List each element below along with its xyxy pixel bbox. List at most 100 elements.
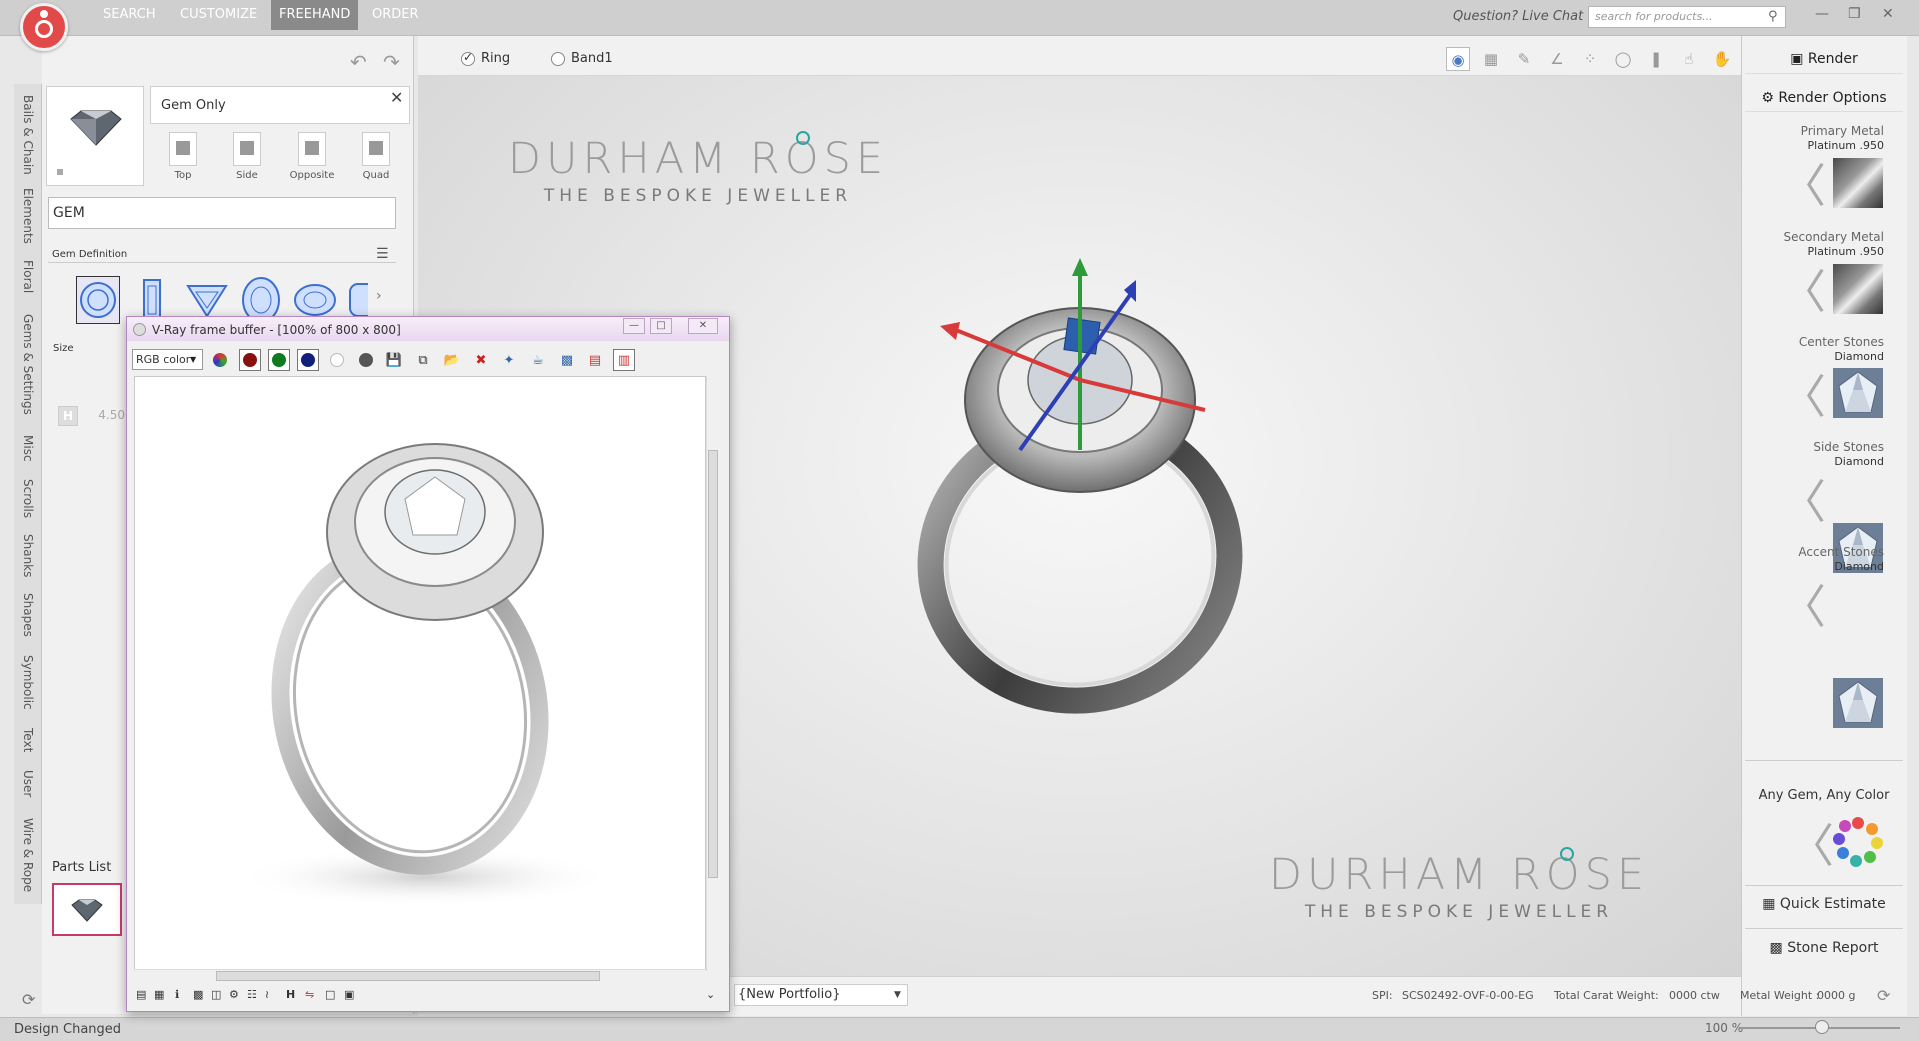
undo-icon[interactable]: ↶	[350, 50, 367, 74]
vray-maximize-button[interactable]: □	[650, 318, 672, 334]
curve-icon[interactable]: ≀	[265, 988, 269, 1001]
chevron-left-icon[interactable]: 〈	[1780, 150, 1826, 216]
primary-metal-swatch[interactable]	[1833, 158, 1883, 208]
menu-icon[interactable]: ☰	[376, 246, 389, 262]
tab-floral[interactable]: Floral	[14, 254, 42, 300]
vertical-scrollbar-thumb[interactable]	[708, 450, 718, 878]
settings-icon[interactable]: ⚙	[229, 988, 239, 1001]
secondary-metal-swatch[interactable]	[1833, 264, 1883, 314]
levels-icon[interactable]: ☷	[247, 988, 257, 1001]
search-icon[interactable]: ⚲	[1768, 9, 1778, 24]
app-logo-icon[interactable]	[20, 3, 68, 51]
height-input[interactable]: 4.50	[80, 406, 125, 426]
history-icon[interactable]: ▤	[136, 988, 146, 1001]
chevron-left-icon[interactable]: 〈	[1780, 256, 1826, 322]
chevron-down-icon[interactable]: ⌄	[706, 988, 715, 1001]
tab-shanks[interactable]: Shanks	[14, 530, 42, 582]
vray-render-canvas[interactable]	[134, 376, 706, 971]
chevron-right-icon[interactable]: ›	[376, 288, 382, 304]
close-icon[interactable]: ✕	[390, 88, 403, 107]
render-button[interactable]: ▣ Render	[1745, 44, 1903, 74]
sync-icon[interactable]: ⟳	[1877, 986, 1890, 1005]
tab-scrolls[interactable]: Scrolls	[14, 474, 42, 524]
open-button[interactable]: 📂	[441, 349, 463, 371]
color-wheel-icon[interactable]	[1832, 815, 1884, 867]
red-channel-button[interactable]	[239, 349, 261, 371]
live-chat-link[interactable]: Question? Live Chat	[1453, 9, 1583, 24]
refresh-icon[interactable]: ⟳	[22, 990, 35, 1009]
tab-symbolic[interactable]: Symbolic	[14, 648, 42, 716]
product-search-input[interactable]: search for products...	[1588, 6, 1786, 28]
measure-tool[interactable]: ∠	[1545, 47, 1569, 71]
save-all-button[interactable]: ⧉	[412, 349, 434, 371]
tab-wire-rope[interactable]: Wire & Rope	[14, 810, 42, 900]
close-icon[interactable]: ✕	[1882, 6, 1894, 22]
view-top-button[interactable]: Top	[158, 132, 208, 181]
nav-customize[interactable]: CUSTOMIZE	[172, 0, 265, 30]
tab-elements[interactable]: Elements	[14, 184, 42, 248]
blue-channel-button[interactable]	[297, 349, 319, 371]
tab-gems-settings[interactable]: Gems & Settings	[14, 306, 42, 422]
zoom-slider-handle[interactable]	[1815, 1020, 1829, 1034]
ring-tool[interactable]: ◯	[1611, 47, 1635, 71]
vray-close-button[interactable]: ✕	[688, 318, 718, 334]
compare-a-button[interactable]: ▤	[584, 349, 606, 371]
green-channel-button[interactable]	[268, 349, 290, 371]
finger-tool[interactable]: ☝	[1677, 47, 1701, 71]
chevron-down-icon[interactable]: ▼	[190, 355, 196, 364]
gem-name-field[interactable]: GEM	[48, 197, 396, 229]
chevron-left-icon[interactable]: 〈	[1788, 810, 1834, 876]
view-opposite-button[interactable]: Opposite	[287, 132, 337, 181]
teapot-button[interactable]: ☕	[527, 349, 549, 371]
stone-report-button[interactable]: ▩ Stone Report	[1745, 940, 1903, 956]
accent-stones-swatch[interactable]	[1833, 678, 1883, 728]
node-tool[interactable]: ⁘	[1578, 47, 1602, 71]
pan-tool[interactable]: ✋	[1710, 47, 1734, 71]
vray-minimize-button[interactable]: —	[623, 318, 645, 334]
mono-button[interactable]	[355, 349, 377, 371]
render-options-button[interactable]: ⚙ Render Options	[1745, 84, 1903, 112]
view-quad-button[interactable]: Quad	[351, 132, 401, 181]
nav-order[interactable]: ORDER	[364, 0, 427, 30]
quick-estimate-button[interactable]: ▦ Quick Estimate	[1745, 896, 1903, 912]
radio-band1[interactable]: Band1	[551, 51, 613, 66]
tab-bails-chain[interactable]: Bails & Chain	[14, 92, 42, 178]
ring-model[interactable]	[880, 250, 1280, 730]
rgb-channels-button[interactable]	[209, 349, 231, 371]
lens-icon[interactable]: ▣	[344, 988, 354, 1001]
tab-user[interactable]: User	[14, 764, 42, 804]
tab-text[interactable]: Text	[14, 722, 42, 758]
nav-search[interactable]: SEARCH	[95, 0, 164, 30]
pen-tool[interactable]: ✎	[1512, 47, 1536, 71]
nav-freehand[interactable]: FREEHAND	[271, 0, 359, 30]
center-stones-swatch[interactable]	[1833, 368, 1883, 418]
pixel-aspect-icon[interactable]: ⇋	[305, 988, 314, 1001]
display-icon[interactable]: ▦	[154, 988, 164, 1001]
chevron-left-icon[interactable]: 〈	[1780, 361, 1826, 427]
histogram-icon[interactable]: ▩	[193, 988, 203, 1001]
alpha-channel-button[interactable]	[326, 349, 348, 371]
view-side-button[interactable]: Side	[222, 132, 272, 181]
chevron-down-icon[interactable]: ▼	[894, 990, 901, 1000]
track-mouse-button[interactable]: ✦	[498, 349, 520, 371]
compare-ab-button[interactable]: ▥	[613, 349, 635, 371]
minimize-icon[interactable]: —	[1815, 6, 1829, 22]
horizontal-scrollbar-thumb[interactable]	[216, 971, 600, 981]
clear-button[interactable]: ✖	[470, 349, 492, 371]
info-icon[interactable]: ℹ	[175, 988, 179, 1001]
tab-misc[interactable]: Misc	[14, 428, 42, 468]
chevron-left-icon[interactable]: 〈	[1780, 466, 1826, 532]
restore-icon[interactable]: ❐	[1848, 6, 1861, 22]
tab-shapes[interactable]: Shapes	[14, 588, 42, 642]
part-thumbnail[interactable]	[52, 883, 122, 936]
region-render-button[interactable]: ▩	[556, 349, 578, 371]
grid-tool[interactable]: ▦	[1479, 47, 1503, 71]
portfolio-select[interactable]: {New Portfolio}	[734, 984, 908, 1006]
save-button[interactable]: 💾	[383, 349, 405, 371]
compare-icon[interactable]: □	[325, 988, 335, 1001]
hdr-icon[interactable]: H	[286, 988, 295, 1001]
render-view-tool[interactable]: ◉	[1446, 47, 1470, 71]
lut-icon[interactable]: ◫	[211, 988, 221, 1001]
redo-icon[interactable]: ↷	[383, 50, 400, 74]
shape-round-button[interactable]	[76, 276, 120, 324]
